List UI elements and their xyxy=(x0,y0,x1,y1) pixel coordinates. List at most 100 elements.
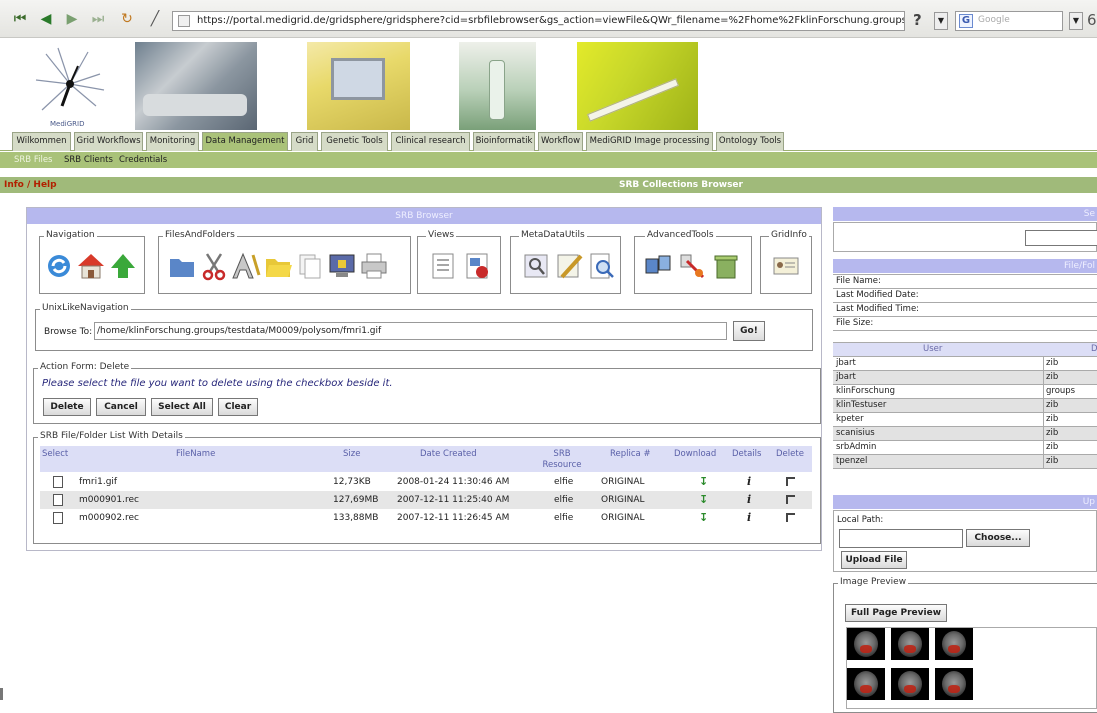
full-page-preview-button[interactable]: Full Page Preview xyxy=(845,604,947,622)
file-name[interactable]: m000902.rec xyxy=(79,509,139,527)
table-row[interactable]: klinForschung groups xyxy=(833,385,1097,399)
column-select[interactable]: Select xyxy=(42,449,68,460)
info-help-link[interactable]: Info / Help xyxy=(4,177,57,193)
user-domain: zib xyxy=(1043,399,1058,412)
clear-button[interactable]: Clear xyxy=(218,398,258,416)
tab-bioinformatik[interactable]: Bioinformatik xyxy=(473,132,535,151)
table-row[interactable]: scanisius zib xyxy=(833,427,1097,441)
folder-icon[interactable] xyxy=(167,251,197,281)
cancel-button[interactable]: Cancel xyxy=(96,398,146,416)
file-name[interactable]: m000901.rec xyxy=(79,491,139,509)
url-bar[interactable]: https://portal.medigrid.de/gridsphere/gr… xyxy=(172,11,905,31)
download-icon[interactable]: ↧ xyxy=(699,491,708,509)
cut-icon[interactable] xyxy=(199,251,229,281)
tab-genetic-tools[interactable]: Genetic Tools xyxy=(321,132,388,151)
tab-monitoring[interactable]: Monitoring xyxy=(146,132,199,151)
scrollbar-edge[interactable] xyxy=(0,688,3,700)
help-icon[interactable]: ? xyxy=(913,11,931,31)
local-path-input[interactable] xyxy=(839,529,963,548)
tab-data-management[interactable]: Data Management xyxy=(202,132,288,151)
view-metadata-icon[interactable] xyxy=(521,251,551,281)
reload-icon[interactable]: ↻ xyxy=(117,9,137,29)
sidebar-search-input[interactable] xyxy=(1025,230,1097,246)
subnav-credentials[interactable]: Credentials xyxy=(119,152,167,168)
details-icon[interactable]: i xyxy=(747,491,751,509)
upload-section-label: Up xyxy=(1082,497,1095,507)
delete-button[interactable]: Delete xyxy=(43,398,91,416)
back-icon[interactable]: ◀ xyxy=(36,9,56,29)
details-icon[interactable]: i xyxy=(747,509,751,527)
rename-icon[interactable] xyxy=(231,251,261,281)
table-row[interactable]: m000901.rec 127,69MB 2007-12-11 11:25:40… xyxy=(40,491,812,509)
table-row[interactable]: jbart zib xyxy=(833,371,1097,385)
details-icon[interactable]: i xyxy=(747,473,751,491)
print-icon[interactable] xyxy=(359,251,389,281)
delete-checkbox[interactable] xyxy=(786,513,795,522)
download-icon[interactable]: ↧ xyxy=(699,473,708,491)
table-row[interactable]: fmri1.gif 12,73KB 2008-01-24 11:30:46 AM… xyxy=(40,473,812,491)
column-date-created[interactable]: Date Created xyxy=(420,449,477,460)
search-input[interactable]: G Google xyxy=(955,11,1063,31)
select-all-button[interactable]: Select All xyxy=(151,398,213,416)
column-size[interactable]: Size xyxy=(343,449,360,460)
open-folder-icon[interactable] xyxy=(263,251,293,281)
download-icon[interactable]: ↧ xyxy=(699,509,708,527)
tab-grid[interactable]: Grid xyxy=(291,132,318,151)
up-arrow-icon[interactable] xyxy=(108,251,138,281)
id-card-icon[interactable] xyxy=(771,251,801,281)
subnav-srb-files[interactable]: SRB Files xyxy=(14,152,53,168)
column-delete[interactable]: Delete xyxy=(776,449,804,460)
medigrid-logo[interactable]: MediGRID xyxy=(28,44,112,130)
column-domain[interactable]: D xyxy=(1089,343,1097,356)
action-form-legend: Action Form: Delete xyxy=(38,362,132,372)
table-row[interactable]: tpenzel zib xyxy=(833,455,1097,469)
table-row[interactable]: m000902.rec 133,88MB 2007-12-11 11:26:45… xyxy=(40,509,812,527)
tab-ontology-tools[interactable]: Ontology Tools xyxy=(716,132,784,151)
file-name[interactable]: fmri1.gif xyxy=(79,473,117,491)
partial-toolbar-icon[interactable]: 6 xyxy=(1087,11,1097,29)
replicate-icon[interactable] xyxy=(643,251,673,281)
tab-clinical-research[interactable]: Clinical research xyxy=(391,132,470,151)
tab-wilkommen[interactable]: Wilkommen xyxy=(12,132,71,151)
preview-image[interactable] xyxy=(846,627,1097,709)
forward-icon[interactable]: ▶ xyxy=(62,9,82,29)
browse-path-input[interactable]: /home/klinForschung.groups/testdata/M000… xyxy=(94,322,727,340)
upload-file-button[interactable]: Upload File xyxy=(841,551,907,569)
tab-workflow[interactable]: Workflow xyxy=(538,132,583,151)
subnav-srb-clients[interactable]: SRB Clients xyxy=(64,152,113,168)
delete-checkbox[interactable] xyxy=(786,477,795,486)
column-replica[interactable]: Replica # xyxy=(610,449,651,460)
column-download[interactable]: Download xyxy=(674,449,716,460)
views-group: Views xyxy=(417,230,501,294)
column-details[interactable]: Details xyxy=(732,449,761,460)
list-view-icon[interactable] xyxy=(428,251,458,281)
tab-medigrid-image-processing[interactable]: MediGRID Image processing xyxy=(586,132,713,151)
search-metadata-icon[interactable] xyxy=(587,251,617,281)
banner-image-syringe xyxy=(577,42,698,130)
transfer-icon[interactable] xyxy=(677,251,707,281)
choose-button[interactable]: Choose... xyxy=(966,529,1030,547)
table-row[interactable]: klinTestuser zib xyxy=(833,399,1097,413)
last-page-icon[interactable]: ⏭ xyxy=(88,9,108,29)
details-view-icon[interactable] xyxy=(462,251,492,281)
go-button[interactable]: Go! xyxy=(733,321,765,341)
trash-icon[interactable] xyxy=(711,251,741,281)
column-srb-resource[interactable]: SRB Resource xyxy=(537,449,587,471)
edit-metadata-icon[interactable] xyxy=(554,251,584,281)
table-row[interactable]: jbart zib xyxy=(833,357,1097,371)
secure-display-icon[interactable] xyxy=(327,251,357,281)
first-page-icon[interactable]: ⏮ xyxy=(10,9,30,29)
search-engine-dropdown[interactable]: ▼ xyxy=(1069,12,1083,30)
local-path-label: Local Path: xyxy=(837,515,884,525)
chevron-down-icon[interactable]: ▼ xyxy=(934,12,948,30)
refresh-icon[interactable] xyxy=(44,251,74,281)
tab-grid-workflows[interactable]: Grid Workflows xyxy=(74,132,143,151)
copy-icon[interactable] xyxy=(295,251,325,281)
column-filename[interactable]: FileName xyxy=(176,449,215,460)
delete-checkbox[interactable] xyxy=(786,495,795,504)
column-user[interactable]: User xyxy=(923,343,942,356)
stop-icon[interactable]: ╱ xyxy=(145,9,165,29)
home-icon[interactable] xyxy=(76,251,106,281)
table-row[interactable]: kpeter zib xyxy=(833,413,1097,427)
table-row[interactable]: srbAdmin zib xyxy=(833,441,1097,455)
